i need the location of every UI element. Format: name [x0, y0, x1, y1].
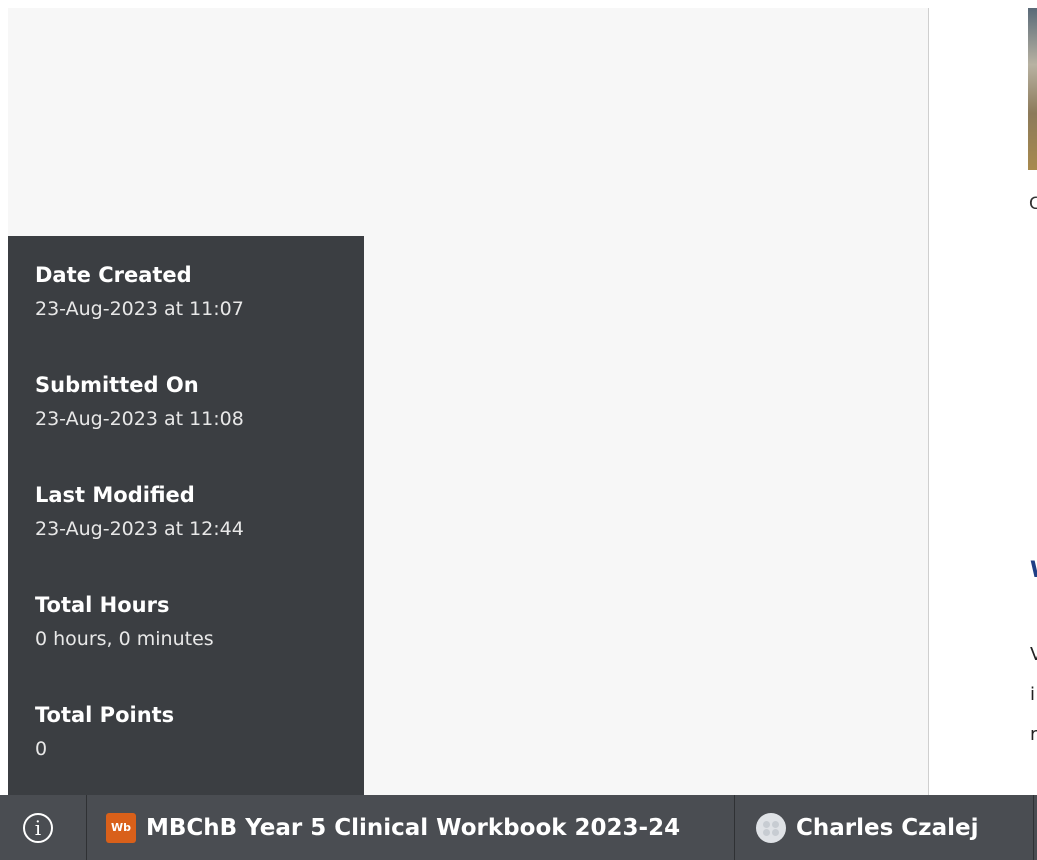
body-text-line: V: [1030, 644, 1037, 665]
workbook-logo-icon[interactable]: Wb: [106, 813, 136, 843]
info-value: 0: [35, 738, 48, 760]
info-value: 23-Aug-2023 at 11:07: [35, 298, 244, 320]
info-value: 0 hours, 0 minutes: [35, 628, 214, 650]
body-text-line: r: [1030, 724, 1037, 745]
workbook-title-link[interactable]: MBChB Year 5 Clinical Workbook 2023-24: [146, 813, 680, 843]
info-item-submitted-on: Submitted On 23-Aug-2023 at 11:08: [35, 372, 244, 432]
info-item-date-created: Date Created 23-Aug-2023 at 11:07: [35, 262, 244, 322]
info-label: Last Modified: [35, 483, 195, 507]
bar-separator: [86, 795, 87, 860]
info-item-total-points: Total Points 0: [35, 702, 174, 762]
info-item-total-hours: Total Hours 0 hours, 0 minutes: [35, 592, 214, 652]
thumbnail-image[interactable]: [1028, 8, 1037, 170]
info-label: Submitted On: [35, 373, 199, 397]
user-avatar-icon[interactable]: [756, 813, 786, 843]
bar-separator: [734, 795, 735, 860]
bottom-navigation-bar: i Wb MBChB Year 5 Clinical Workbook 2023…: [0, 795, 1037, 860]
user-name-link[interactable]: Charles Czalej: [796, 813, 978, 843]
info-value: 23-Aug-2023 at 11:08: [35, 408, 244, 430]
info-icon[interactable]: i: [23, 813, 53, 843]
info-label: Total Hours: [35, 593, 170, 617]
page: C W V i r Date Created 23-Aug-2023 at 11…: [0, 0, 1037, 860]
info-item-last-modified: Last Modified 23-Aug-2023 at 12:44: [35, 482, 244, 542]
bar-separator: [1033, 795, 1034, 860]
section-heading: W: [1030, 558, 1037, 583]
info-value: 23-Aug-2023 at 12:44: [35, 518, 244, 540]
right-column: C W V i r: [929, 8, 1037, 795]
info-label: Date Created: [35, 263, 192, 287]
body-text-line: i: [1030, 684, 1036, 705]
thumbnail-caption: C: [1029, 194, 1037, 214]
entry-info-panel: Date Created 23-Aug-2023 at 11:07 Submit…: [8, 236, 364, 795]
info-label: Total Points: [35, 703, 175, 727]
